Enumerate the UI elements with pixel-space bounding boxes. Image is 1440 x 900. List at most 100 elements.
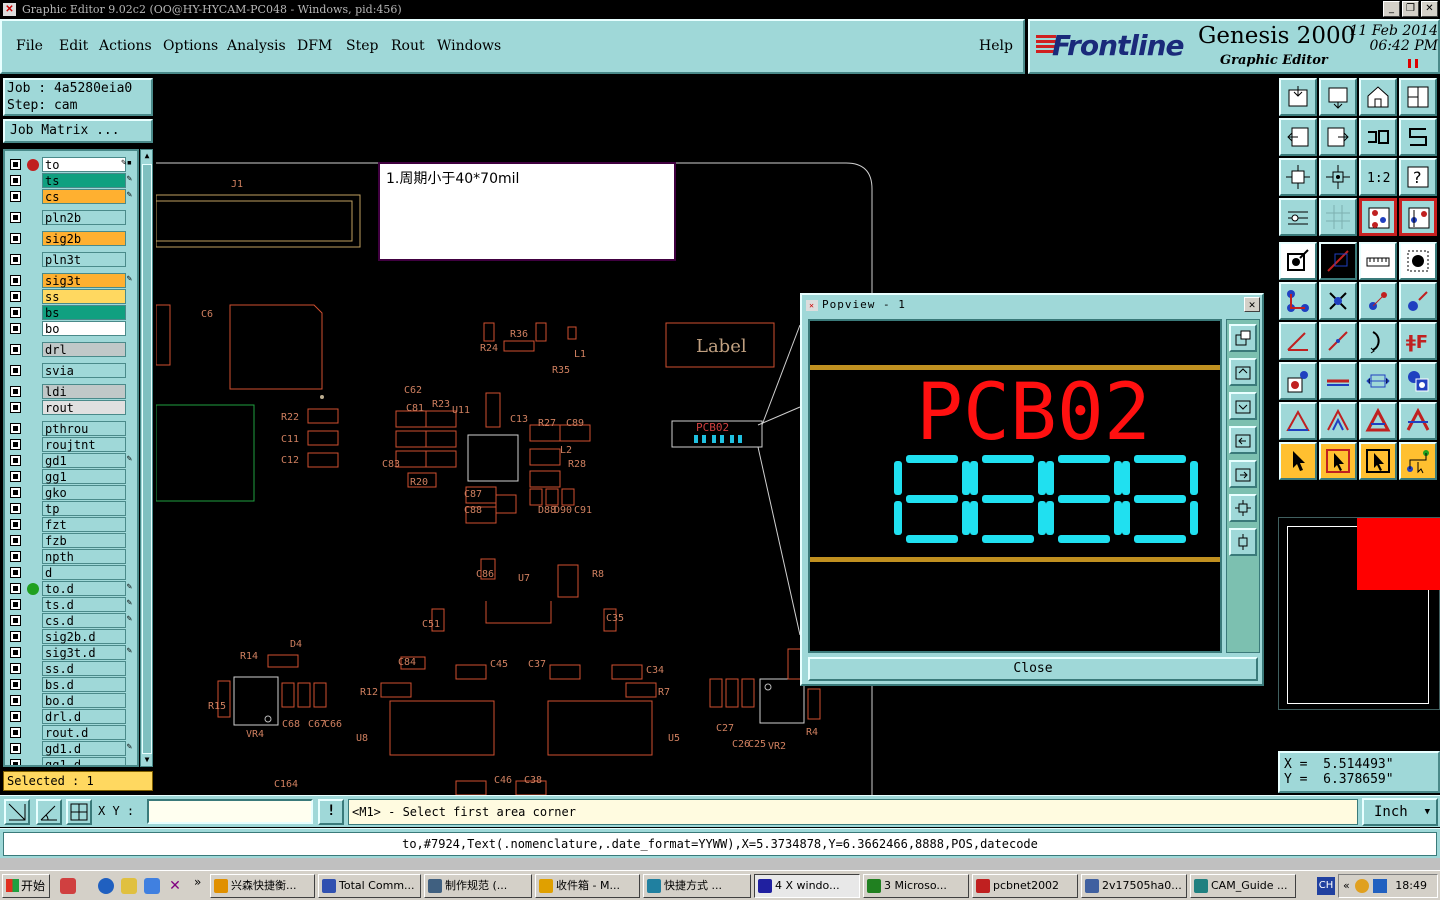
layer-row-ss[interactable]: ss bbox=[7, 289, 137, 304]
layer-row-drl[interactable]: drl bbox=[7, 342, 137, 357]
layer-row-d[interactable]: d bbox=[7, 565, 137, 580]
layer-name[interactable]: svia bbox=[42, 363, 126, 378]
layer-row-gd1[interactable]: gd1 ✎ bbox=[7, 453, 137, 468]
layer-name[interactable]: gd1.d bbox=[42, 741, 126, 756]
layer-row-to[interactable]: to ✎▪ bbox=[7, 157, 137, 172]
layer-checkbox[interactable] bbox=[10, 365, 21, 376]
layer-name[interactable]: roujtnt bbox=[42, 437, 126, 452]
layer-name[interactable]: sig2b bbox=[42, 231, 126, 246]
layer-name[interactable]: sig2b.d bbox=[42, 629, 126, 644]
layer-checkbox[interactable] bbox=[10, 307, 21, 318]
flip-icon[interactable] bbox=[1359, 118, 1397, 156]
menu-windows[interactable]: Windows bbox=[437, 38, 501, 54]
layer-name[interactable]: bs bbox=[42, 305, 126, 320]
layer-name[interactable]: gg1 bbox=[42, 469, 126, 484]
quicklaunch-icon-4[interactable] bbox=[144, 878, 160, 894]
pointer-area-icon[interactable] bbox=[1359, 442, 1397, 480]
layer-row-ss-d[interactable]: ss.d bbox=[7, 661, 137, 676]
taskbar-item[interactable]: pcbnet2002 bbox=[972, 874, 1078, 898]
taskbar-item[interactable]: 收件箱 - M... bbox=[535, 874, 640, 898]
layer-checkbox[interactable] bbox=[10, 323, 21, 334]
layer-name[interactable]: tp bbox=[42, 501, 126, 516]
layer-checkbox[interactable] bbox=[10, 212, 21, 223]
layer-checkbox[interactable] bbox=[10, 583, 21, 594]
layer-name[interactable]: bs.d bbox=[42, 677, 126, 692]
layer-name[interactable]: rout.d bbox=[42, 725, 126, 740]
taskbar-item[interactable]: 2v17505ha0... bbox=[1081, 874, 1187, 898]
taskbar-item[interactable]: 4 X windo... bbox=[754, 874, 860, 898]
start-button[interactable]: 开始 bbox=[2, 874, 50, 898]
layer-row-bs-d[interactable]: bs.d bbox=[7, 677, 137, 692]
tray-chevron[interactable]: « bbox=[1343, 875, 1350, 897]
pointer-box-icon[interactable] bbox=[1319, 442, 1357, 480]
triangle-icon[interactable] bbox=[1279, 402, 1317, 440]
zoom-home-icon[interactable] bbox=[1279, 78, 1317, 116]
menu-step[interactable]: Step bbox=[346, 38, 378, 54]
layer-checkbox[interactable] bbox=[10, 647, 21, 658]
pan-right-icon[interactable] bbox=[1319, 118, 1357, 156]
menu-actions[interactable]: Actions bbox=[99, 38, 152, 54]
pad-icon[interactable] bbox=[1399, 242, 1437, 280]
scroll-thumb[interactable] bbox=[142, 164, 152, 754]
layer-row-pln3t[interactable]: pln3t bbox=[7, 252, 137, 267]
help-question-icon[interactable]: ? bbox=[1399, 158, 1437, 196]
arc-icon[interactable] bbox=[1359, 322, 1397, 360]
layer-name[interactable]: cs bbox=[42, 189, 126, 204]
menu-dfm[interactable]: DFM bbox=[297, 38, 332, 54]
layer-row-ts-d[interactable]: ts.d ✎ bbox=[7, 597, 137, 612]
layer-name[interactable]: ldi bbox=[42, 384, 126, 399]
taskbar-item[interactable]: 制作规范 (... bbox=[424, 874, 532, 898]
menu-file[interactable]: File bbox=[16, 38, 43, 54]
zoom-down-icon[interactable] bbox=[1319, 78, 1357, 116]
fit-screen-icon[interactable] bbox=[1279, 158, 1317, 196]
layer-checkbox[interactable] bbox=[10, 291, 21, 302]
pointer-net-icon[interactable] bbox=[1399, 442, 1437, 480]
add-pad-icon[interactable] bbox=[1399, 282, 1437, 320]
layer-row-sig2b-d[interactable]: sig2b.d bbox=[7, 629, 137, 644]
layer-name[interactable]: pthrou bbox=[42, 421, 126, 436]
text-edit-icon[interactable]: ǂF bbox=[1399, 322, 1437, 360]
popview-fit-icon[interactable] bbox=[1229, 494, 1257, 522]
layer-row-bo-d[interactable]: bo.d bbox=[7, 693, 137, 708]
angle-mode-icon[interactable] bbox=[36, 799, 62, 825]
snap-toggle-icon[interactable] bbox=[1359, 198, 1397, 236]
cross-icon[interactable] bbox=[1319, 282, 1357, 320]
layer-row-rout-d[interactable]: rout.d bbox=[7, 725, 137, 740]
layer-row-to-d[interactable]: to.d ✎ bbox=[7, 581, 137, 596]
tray-icon-1[interactable] bbox=[1355, 879, 1369, 893]
layer-row-bs[interactable]: bs bbox=[7, 305, 137, 320]
minimap-view-window[interactable] bbox=[1357, 518, 1440, 590]
layer-row-rout[interactable]: rout bbox=[7, 400, 137, 415]
overview-minimap[interactable] bbox=[1278, 517, 1440, 710]
layer-row-pln2b[interactable]: pln2b bbox=[7, 210, 137, 225]
measure-toggle-icon[interactable] bbox=[1399, 198, 1437, 236]
popview-pan-right-icon[interactable] bbox=[1229, 460, 1257, 488]
menu-rout[interactable]: Rout bbox=[391, 38, 425, 54]
xy-input[interactable] bbox=[147, 799, 313, 824]
center-icon[interactable] bbox=[1319, 158, 1357, 196]
quicklaunch-chevron[interactable]: » bbox=[194, 875, 201, 889]
layer-row-gko[interactable]: gko bbox=[7, 485, 137, 500]
layer-name[interactable]: to bbox=[42, 157, 126, 172]
layer-name[interactable]: ts.d bbox=[42, 597, 126, 612]
layer-name[interactable]: bo bbox=[42, 321, 126, 336]
layer-checkbox[interactable] bbox=[10, 487, 21, 498]
layer-checkbox[interactable] bbox=[10, 663, 21, 674]
layer-row-sig3t[interactable]: sig3t ✎ bbox=[7, 273, 137, 288]
language-indicator[interactable]: CH bbox=[1317, 877, 1335, 895]
layer-checkbox[interactable] bbox=[10, 711, 21, 722]
triangle-outline-icon[interactable] bbox=[1319, 402, 1357, 440]
layer-checkbox[interactable] bbox=[10, 759, 21, 765]
taskbar-item[interactable]: 快捷方式 ... bbox=[643, 874, 751, 898]
taskbar-item[interactable]: 兴森快捷衡... bbox=[210, 874, 315, 898]
layer-name[interactable]: ss bbox=[42, 289, 126, 304]
layer-checkbox[interactable] bbox=[10, 455, 21, 466]
draw-line-icon[interactable] bbox=[1319, 242, 1357, 280]
taskbar-item[interactable]: CAM_Guide ... bbox=[1190, 874, 1296, 898]
x-app-icon[interactable]: ✕ bbox=[167, 878, 183, 894]
ruler-icon[interactable] bbox=[1359, 242, 1397, 280]
layer-checkbox[interactable] bbox=[10, 503, 21, 514]
popview-close-icon[interactable]: ✕ bbox=[1244, 297, 1260, 312]
layer-name[interactable]: cs.d bbox=[42, 613, 126, 628]
diagonal-line-icon[interactable] bbox=[1319, 322, 1357, 360]
